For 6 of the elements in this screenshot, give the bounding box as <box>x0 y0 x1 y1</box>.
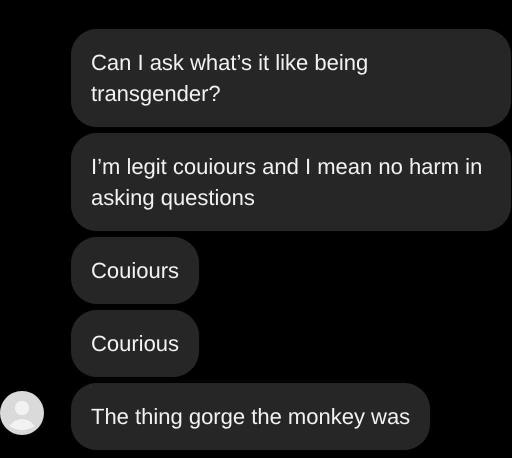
message-bubble: Couiours <box>71 237 200 304</box>
message-bubble: Can I ask what’s it like being transgender? <box>71 29 511 127</box>
message-bubble: I’m legit couiours and I mean no harm in asking questions <box>71 133 511 231</box>
message-bubble: The thing gorge the monkey was <box>71 383 430 450</box>
message-bubble: Courious <box>71 310 200 377</box>
avatar-icon <box>0 390 45 436</box>
